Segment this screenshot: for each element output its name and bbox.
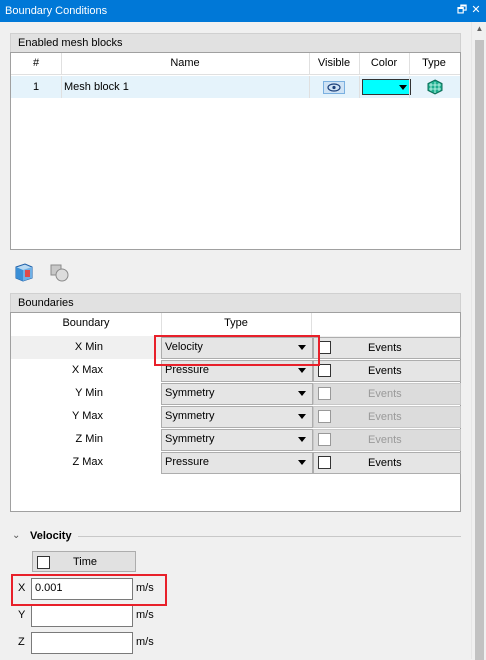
col-color[interactable]: Color	[359, 53, 409, 73]
scroll-thumb[interactable]	[475, 40, 484, 660]
velocity-field-z: Z m/s	[16, 632, 176, 654]
highlight-velocity-type	[154, 335, 320, 366]
table-row[interactable]: Z Max Pressure Events	[11, 451, 461, 474]
table-row[interactable]: Y Max Symmetry Events	[11, 405, 461, 428]
time-checkbox[interactable]	[37, 556, 50, 569]
scroll-up-icon[interactable]: ▲	[472, 24, 486, 38]
highlight-x-velocity	[11, 574, 167, 606]
events-label: Events	[368, 365, 402, 377]
table-row[interactable]: Z Min Symmetry Events	[11, 428, 461, 451]
restore-icon[interactable]: 🗗	[455, 3, 469, 17]
type-select[interactable]: Symmetry	[161, 406, 313, 428]
color-picker[interactable]	[362, 79, 411, 95]
vertical-scrollbar[interactable]: ▲	[471, 22, 486, 660]
boundary-name: X Min	[74, 341, 103, 353]
velocity-section-header[interactable]: ⌄ Velocity	[12, 530, 461, 544]
events-checkbox[interactable]	[318, 410, 331, 423]
type-value: Symmetry	[165, 410, 215, 422]
unit-label: m/s	[136, 636, 154, 648]
row-name: Mesh block 1	[64, 81, 129, 93]
events-checkbox[interactable]	[318, 433, 331, 446]
boundary-name: Y Max	[72, 410, 103, 422]
chevron-down-icon	[298, 437, 306, 442]
events-label: Events	[368, 388, 402, 400]
events-toggle[interactable]: Events	[313, 360, 461, 382]
mesh-blocks-group-header: Enabled mesh blocks	[10, 33, 461, 52]
type-value: Pressure	[165, 456, 210, 468]
close-icon[interactable]: ✕	[469, 3, 483, 17]
time-toggle[interactable]: Time	[32, 551, 136, 572]
events-toggle[interactable]: Events	[313, 383, 461, 405]
row-index: 1	[32, 81, 40, 93]
mesh-block-icon	[427, 79, 443, 95]
chevron-down-icon	[298, 460, 306, 465]
boolean-shapes-icon[interactable]	[48, 261, 70, 283]
window-title: Boundary Conditions	[5, 5, 108, 17]
cube-icon[interactable]	[13, 261, 35, 283]
boundary-name: Z Min	[75, 433, 104, 445]
type-select[interactable]: Symmetry	[161, 383, 313, 405]
velocity-input[interactable]	[31, 605, 133, 627]
boundary-name: Z Max	[72, 456, 103, 468]
boundaries-table-header: Boundary Type	[11, 313, 460, 335]
axis-label: Y	[18, 609, 26, 621]
boundary-name: Y Min	[75, 387, 103, 399]
events-checkbox[interactable]	[318, 456, 331, 469]
chevron-down-icon	[298, 391, 306, 396]
velocity-title: Velocity	[30, 530, 72, 542]
time-label: Time	[73, 556, 98, 568]
type-select[interactable]: Pressure	[161, 452, 313, 474]
col-index[interactable]: #	[11, 53, 61, 73]
events-label: Events	[368, 342, 402, 354]
title-bar: Boundary Conditions 🗗 ✕	[0, 0, 486, 22]
events-toggle[interactable]: Events	[313, 337, 461, 359]
section-divider	[78, 536, 461, 537]
chevron-down-icon	[298, 368, 306, 373]
eye-icon[interactable]	[323, 81, 345, 94]
events-label: Events	[368, 457, 402, 469]
events-toggle[interactable]: Events	[313, 452, 461, 474]
type-value: Symmetry	[165, 387, 215, 399]
axis-label: Z	[18, 636, 25, 648]
unit-label: m/s	[136, 609, 154, 621]
col-boundary[interactable]: Boundary	[11, 313, 161, 333]
events-toggle[interactable]: Events	[313, 429, 461, 451]
events-label: Events	[368, 434, 402, 446]
type-value: Symmetry	[165, 433, 215, 445]
velocity-field-y: Y m/s	[16, 605, 176, 627]
col-name[interactable]: Name	[61, 53, 309, 73]
velocity-input[interactable]	[31, 632, 133, 654]
type-select[interactable]: Symmetry	[161, 429, 313, 451]
table-row[interactable]: 1 Mesh block 1	[11, 76, 460, 98]
events-toggle[interactable]: Events	[313, 406, 461, 428]
boundary-name: X Max	[71, 364, 103, 376]
chevron-down-icon	[298, 414, 306, 419]
mesh-table-header: # Name Visible Color Type	[11, 53, 460, 75]
events-checkbox[interactable]	[318, 387, 331, 400]
chevron-down-icon	[399, 85, 407, 90]
col-type[interactable]: Type	[409, 53, 459, 73]
collapse-chevron-icon[interactable]: ⌄	[12, 530, 20, 541]
mesh-blocks-table[interactable]: # Name Visible Color Type 1 Mesh block 1	[10, 52, 461, 250]
col-type[interactable]: Type	[161, 313, 311, 333]
table-row[interactable]: Y Min Symmetry Events	[11, 382, 461, 405]
col-visible[interactable]: Visible	[309, 53, 359, 73]
events-label: Events	[368, 411, 402, 423]
boundaries-group-header: Boundaries	[10, 293, 461, 312]
